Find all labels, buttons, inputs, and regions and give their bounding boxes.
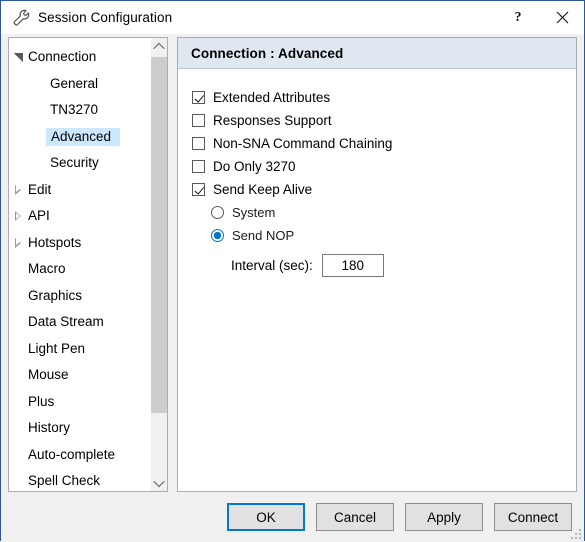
- scroll-up-button[interactable]: [151, 38, 167, 55]
- session-configuration-window: Session Configuration ? Connection Genera…: [0, 0, 585, 542]
- sidebar-item-label: Plus: [28, 393, 55, 409]
- checkbox-responses-support[interactable]: Responses Support: [192, 109, 576, 132]
- sidebar-item-security[interactable]: Security: [9, 150, 150, 177]
- checkbox-box[interactable]: [192, 91, 205, 104]
- radio-send-nop[interactable]: Send NOP: [211, 224, 576, 247]
- triangle-right-icon: [15, 211, 21, 222]
- window-controls: ?: [496, 1, 584, 34]
- sidebar-item-plus[interactable]: Plus: [9, 389, 150, 416]
- checkbox-non-sna-command-chaining[interactable]: Non-SNA Command Chaining: [192, 132, 576, 155]
- checkbox-label: Responses Support: [213, 113, 332, 128]
- radio-label: Send NOP: [232, 228, 295, 243]
- sidebar-item-hotspots[interactable]: Hotspots: [9, 230, 150, 257]
- sidebar-item-light-pen[interactable]: Light Pen: [9, 336, 150, 363]
- sidebar-item-api[interactable]: API: [9, 203, 150, 230]
- content-header: Connection : Advanced: [178, 38, 576, 69]
- tree-scrollbar[interactable]: [150, 38, 167, 491]
- checkbox-label: Do Only 3270: [213, 159, 296, 174]
- checkbox-label: Send Keep Alive: [213, 182, 313, 197]
- radio-system[interactable]: System: [211, 201, 576, 224]
- triangle-right-icon: [15, 184, 21, 195]
- sidebar-item-data-stream[interactable]: Data Stream: [9, 309, 150, 336]
- radio-label: System: [232, 205, 276, 220]
- radio-box[interactable]: [211, 206, 224, 219]
- window-title: Session Configuration: [38, 10, 173, 25]
- sidebar-item-tn3270[interactable]: TN3270: [9, 97, 150, 124]
- collapsed-triangle-icon[interactable]: [9, 203, 27, 229]
- sidebar-item-label: Spell Check: [28, 473, 101, 489]
- dialog-body: Connection General TN3270 Advanced Security E…: [1, 34, 584, 492]
- sidebar-item-label: Macro: [28, 261, 66, 277]
- sidebar-item-label: History: [28, 420, 71, 436]
- triangle-down-icon: [13, 52, 23, 62]
- collapsed-triangle-icon[interactable]: [9, 177, 27, 203]
- interval-input[interactable]: [321, 253, 384, 277]
- sidebar-item-auto-complete[interactable]: Auto-complete: [9, 442, 150, 469]
- sidebar-item-general[interactable]: General: [9, 71, 150, 98]
- sidebar-item-label: Auto-complete: [28, 446, 116, 462]
- checkbox-box[interactable]: [192, 183, 205, 196]
- help-button[interactable]: ?: [496, 1, 540, 34]
- settings-tree-panel: Connection General TN3270 Advanced Security E…: [8, 37, 168, 492]
- sidebar-item-label: Data Stream: [28, 314, 104, 330]
- sidebar-item-label: Edit: [28, 181, 52, 197]
- close-button[interactable]: [540, 1, 584, 34]
- sidebar-item-label: General: [50, 75, 99, 91]
- sidebar-item-label: API: [28, 208, 50, 224]
- sidebar-item-label: Advanced: [46, 127, 121, 146]
- triangle-right-icon: [15, 237, 21, 248]
- wrench-icon: [10, 7, 32, 29]
- radio-box[interactable]: [211, 229, 224, 242]
- checkbox-label: Extended Attributes: [213, 90, 331, 105]
- help-icon: ?: [514, 9, 522, 25]
- checkbox-send-keep-alive[interactable]: Send Keep Alive: [192, 178, 576, 201]
- cancel-button[interactable]: Cancel: [316, 503, 394, 531]
- sidebar-item-label: Connection: [28, 49, 97, 65]
- sidebar-item-label: Mouse: [28, 367, 69, 383]
- settings-content-panel: Connection : Advanced Extended Attribute…: [177, 37, 577, 492]
- sidebar-item-history[interactable]: History: [9, 415, 150, 442]
- settings-tree[interactable]: Connection General TN3270 Advanced Security E…: [9, 38, 150, 491]
- sidebar-item-edit[interactable]: Edit: [9, 177, 150, 204]
- connect-button[interactable]: Connect: [494, 503, 572, 531]
- sidebar-item-advanced[interactable]: Advanced: [9, 124, 150, 151]
- apply-button[interactable]: Apply: [405, 503, 483, 531]
- scrollbar-thumb[interactable]: [151, 57, 167, 414]
- advanced-settings-form: Extended Attributes Responses Support No…: [178, 69, 576, 277]
- sidebar-item-graphics[interactable]: Graphics: [9, 283, 150, 310]
- sidebar-item-mouse[interactable]: Mouse: [9, 362, 150, 389]
- interval-label: Interval (sec):: [231, 257, 313, 273]
- checkbox-extended-attributes[interactable]: Extended Attributes: [192, 86, 576, 109]
- sidebar-item-label: Light Pen: [28, 340, 86, 356]
- checkbox-box[interactable]: [192, 137, 205, 150]
- sidebar-item-label: Security: [50, 155, 99, 171]
- content-header-title: Connection : Advanced: [191, 45, 344, 61]
- scrollbar-track[interactable]: [151, 55, 167, 474]
- sidebar-item-label: Hotspots: [28, 234, 82, 250]
- title-bar: Session Configuration ?: [1, 1, 584, 34]
- checkbox-box[interactable]: [192, 160, 205, 173]
- sidebar-item-connection[interactable]: Connection: [9, 44, 150, 71]
- ok-button[interactable]: OK: [227, 503, 305, 531]
- checkbox-box[interactable]: [192, 114, 205, 127]
- close-icon: [556, 11, 568, 24]
- interval-field-row: Interval (sec):: [231, 253, 576, 277]
- scroll-down-button[interactable]: [151, 474, 167, 491]
- dialog-footer: OK Cancel Apply Connect: [1, 492, 584, 542]
- expanded-triangle-icon[interactable]: [9, 44, 27, 70]
- sidebar-item-spell-check[interactable]: Spell Check: [9, 468, 150, 491]
- resize-grip-icon[interactable]: [569, 527, 581, 539]
- sidebar-item-label: TN3270: [50, 102, 99, 118]
- sidebar-item-macro[interactable]: Macro: [9, 256, 150, 283]
- checkbox-do-only-3270[interactable]: Do Only 3270: [192, 155, 576, 178]
- checkbox-label: Non-SNA Command Chaining: [213, 136, 393, 151]
- collapsed-triangle-icon[interactable]: [9, 230, 27, 256]
- sidebar-item-label: Graphics: [28, 287, 83, 303]
